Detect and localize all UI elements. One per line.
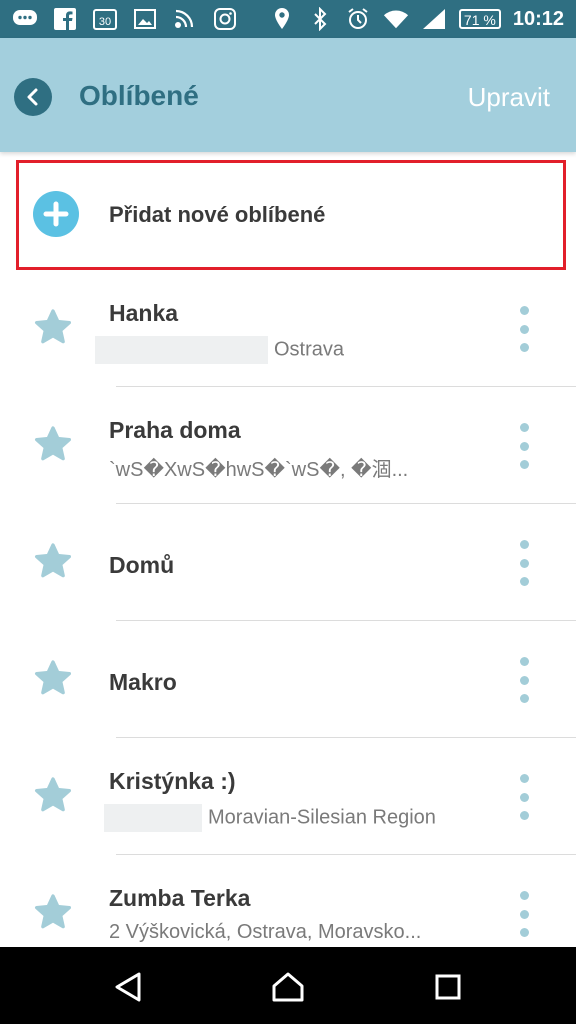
triangle-back-icon: [115, 972, 141, 1002]
redacted-text: [95, 336, 268, 364]
bluetooth-icon: [307, 6, 333, 32]
image-icon: [132, 6, 158, 32]
favorite-title: Hanka: [109, 300, 179, 326]
favorite-title: Makro: [109, 669, 177, 695]
more-options-icon[interactable]: [516, 540, 532, 586]
system-icons: 71 % 10:12: [269, 6, 564, 32]
more-options-icon[interactable]: [516, 306, 532, 352]
list-item[interactable]: Domů: [0, 504, 576, 621]
back-button[interactable]: [14, 78, 52, 116]
favorite-title: Domů: [109, 552, 175, 578]
instagram-icon: [212, 6, 238, 32]
nav-home-button[interactable]: [270, 969, 306, 1005]
cell-signal-icon: [421, 6, 447, 32]
plus-icon: [33, 191, 79, 237]
favorite-title: Kristýnka :): [109, 768, 236, 794]
signal-broadcast-icon: [172, 6, 198, 32]
list-item[interactable]: Makro: [0, 621, 576, 738]
favorite-title: Zumba Terka: [109, 885, 251, 911]
list-item[interactable]: Kristýnka :) Moravian-Silesian Region: [0, 738, 576, 855]
status-bar: 30 71 % 10:12: [0, 0, 576, 38]
star-icon: [35, 660, 72, 695]
more-options-icon[interactable]: [516, 774, 532, 820]
list-item[interactable]: Praha doma `wS�XwS�hwS�`wS�, �涸...: [0, 387, 576, 504]
star-icon: [35, 426, 72, 461]
favorite-address: `wS�XwS�hwS�`wS�, �涸...: [109, 459, 409, 481]
clock: 10:12: [512, 7, 564, 30]
alarm-icon: [345, 6, 371, 32]
chevron-left-icon: [27, 88, 38, 106]
favorites-list: Hanka Ostrava Praha doma `wS�XwS�hwS�`wS…: [0, 270, 576, 972]
redacted-text: [104, 804, 202, 832]
message-icon: [12, 6, 38, 32]
more-options-icon[interactable]: [516, 657, 532, 703]
square-recents-icon: [435, 974, 461, 1000]
battery-indicator: 71 %: [458, 9, 501, 29]
app-header: Oblíbené Upravit: [0, 38, 576, 152]
favorite-address: Moravian-Silesian Region: [104, 804, 436, 832]
notification-icons: 30: [12, 6, 238, 32]
favorite-address: Ostrava: [95, 336, 344, 364]
favorite-address: 2 Výškovická, Ostrava, Moravsko...: [109, 921, 422, 943]
star-icon: [35, 777, 72, 812]
star-icon: [35, 543, 72, 578]
add-favorite-label: Přidat nové oblíbené: [109, 202, 326, 227]
star-icon: [35, 309, 72, 344]
star-icon: [35, 894, 72, 929]
nav-back-button[interactable]: [110, 969, 146, 1005]
more-options-icon[interactable]: [516, 891, 532, 937]
page-title: Oblíbené: [79, 80, 199, 111]
nav-recents-button[interactable]: [430, 969, 466, 1005]
list-item[interactable]: Hanka Ostrava: [0, 270, 576, 387]
add-favorite-button[interactable]: Přidat nové oblíbené: [16, 160, 566, 270]
svg-text:30: 30: [99, 16, 111, 28]
home-icon: [272, 972, 304, 1002]
facebook-icon: [52, 6, 78, 32]
edit-button[interactable]: Upravit: [468, 82, 550, 113]
favorite-title: Praha doma: [109, 417, 241, 443]
navigation-bar: [0, 947, 576, 1024]
wifi-icon: [383, 6, 409, 32]
calendar-icon: 30: [92, 6, 118, 32]
more-options-icon[interactable]: [516, 423, 532, 469]
location-icon: [269, 6, 295, 32]
